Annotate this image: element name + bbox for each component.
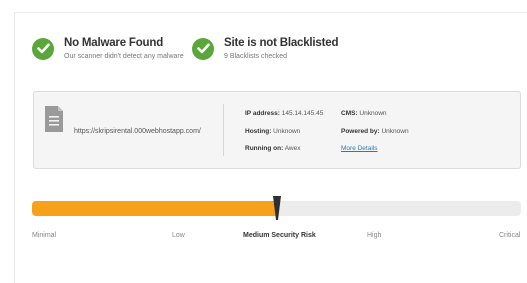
site-info-box: https://skripsirental.000webhostapp.com/… bbox=[33, 91, 521, 169]
check-circle-icon bbox=[192, 37, 214, 60]
powered-by-label: Powered by: bbox=[341, 128, 380, 135]
document-icon bbox=[44, 105, 64, 138]
running-on-label: Running on: bbox=[245, 145, 284, 152]
more-details-link[interactable]: More Details bbox=[341, 145, 377, 152]
cms-label: CMS: bbox=[341, 110, 358, 117]
malware-status-title: No Malware Found bbox=[64, 37, 164, 49]
info-divider bbox=[223, 104, 224, 156]
ip-address-label: IP address: bbox=[245, 110, 280, 117]
running-on-value: Awex bbox=[284, 145, 301, 152]
more-details-row: More Details bbox=[341, 145, 377, 152]
running-on-row: Running on: Awex bbox=[245, 145, 301, 152]
ip-address-value: 145.14.145.45 bbox=[281, 110, 324, 117]
risk-marker-icon bbox=[272, 195, 282, 226]
powered-by-value: Unknown bbox=[381, 128, 409, 135]
risk-label-minimal: Minimal bbox=[32, 232, 57, 239]
hosting-value: Unknown bbox=[273, 128, 301, 135]
risk-meter-fill bbox=[32, 201, 277, 216]
cms-value: Unknown bbox=[359, 110, 387, 117]
risk-label-medium: Medium Security Risk bbox=[243, 232, 316, 239]
blacklist-status: Site is not Blacklisted 9 Blacklists che… bbox=[192, 37, 338, 60]
risk-label-high: High bbox=[367, 232, 382, 239]
ip-address-row: IP address: 145.14.145.45 bbox=[245, 110, 323, 117]
risk-label-critical: Critical bbox=[499, 232, 521, 239]
hosting-row: Hosting: Unknown bbox=[245, 128, 300, 135]
cms-row: CMS: Unknown bbox=[341, 110, 387, 117]
risk-label-low: Low bbox=[172, 232, 185, 239]
powered-by-row: Powered by: Unknown bbox=[341, 128, 409, 135]
site-url: https://skripsirental.000webhostapp.com/ bbox=[74, 128, 201, 135]
check-circle-icon bbox=[32, 37, 54, 60]
malware-status: No Malware Found Our scanner didn't dete… bbox=[32, 37, 184, 60]
hosting-label: Hosting: bbox=[245, 128, 272, 135]
blacklist-status-subtitle: 9 Blacklists checked bbox=[224, 53, 288, 60]
malware-status-subtitle: Our scanner didn't detect any malware bbox=[64, 53, 184, 60]
blacklist-status-title: Site is not Blacklisted bbox=[224, 37, 339, 49]
